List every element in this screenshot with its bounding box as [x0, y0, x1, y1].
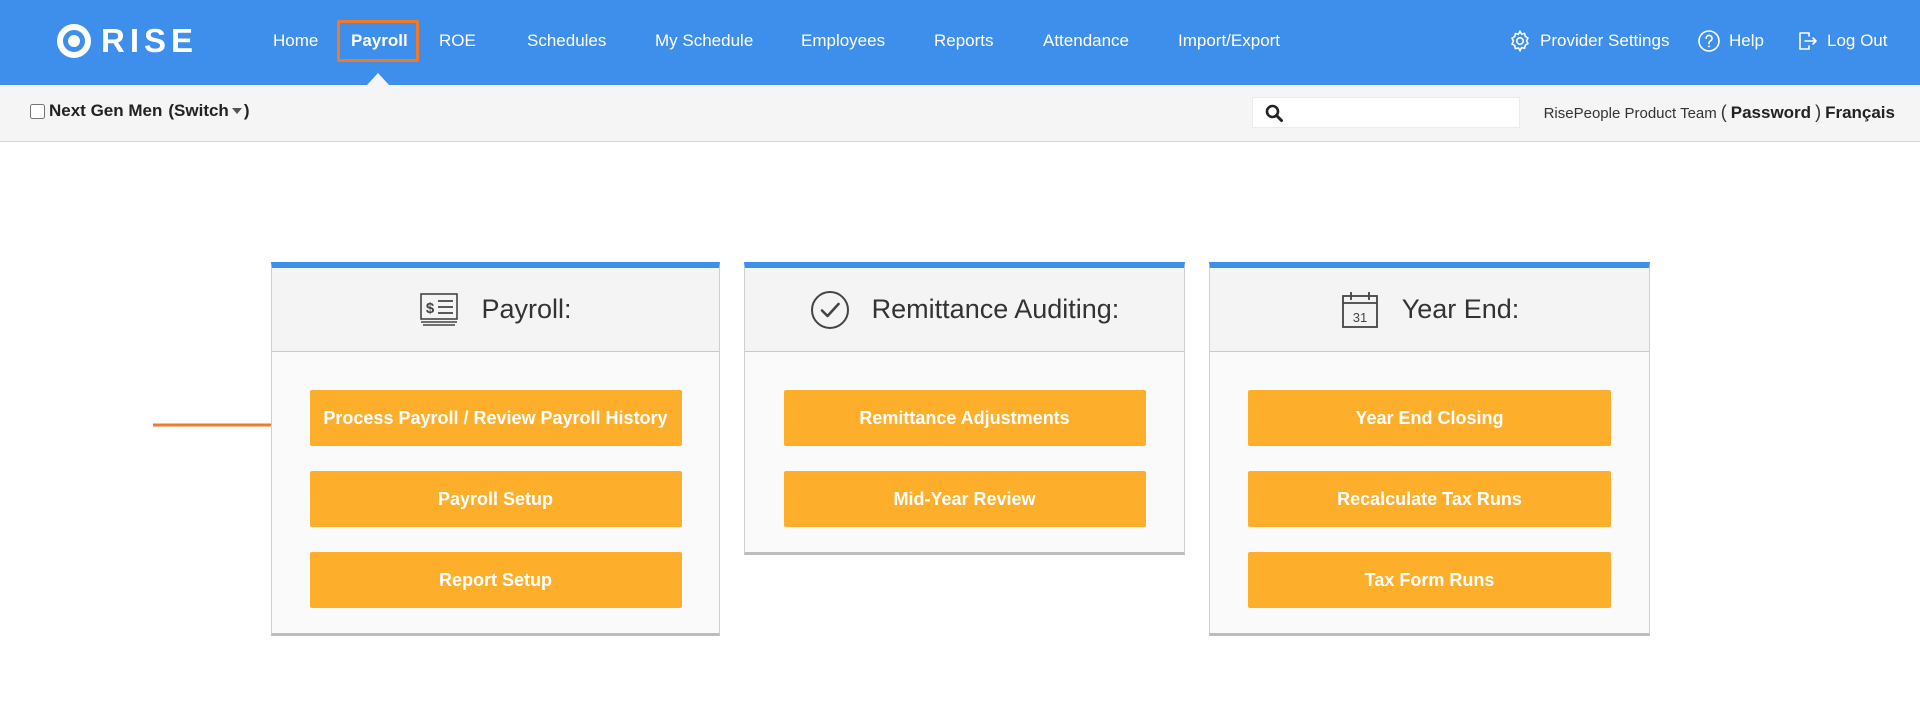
rise-logo[interactable]: RISE	[57, 22, 198, 60]
nav-item-employees[interactable]: Employees	[801, 0, 885, 82]
provider-settings-label: Provider Settings	[1540, 31, 1670, 50]
nav-item-payroll[interactable]: Payroll	[351, 0, 408, 82]
receipt-icon: $	[420, 292, 459, 326]
payroll-card-body: Process Payroll / Review Payroll History…	[272, 352, 719, 608]
user-info: RisePeople Product Team ( Password ) Fra…	[1544, 102, 1895, 123]
nav-item-home[interactable]: Home	[273, 0, 318, 82]
nav-item-import-export[interactable]: Import/Export	[1178, 0, 1280, 82]
recalculate-tax-runs-button[interactable]: Recalculate Tax Runs	[1248, 471, 1611, 527]
user-name: RisePeople Product Team	[1543, 105, 1717, 122]
help-icon	[1698, 30, 1720, 52]
user-open-paren: (	[1720, 102, 1727, 122]
remittance-auditing-card: Remittance Auditing: Remittance Adjustme…	[744, 262, 1185, 555]
top-navigation-bar: RISE Home Payroll ROE Schedules My Sched…	[0, 0, 1920, 85]
logout-icon	[1799, 32, 1817, 50]
provider-settings-link[interactable]: Provider Settings	[1508, 0, 1669, 82]
logo-ring-icon	[57, 24, 91, 58]
payroll-card-title: Payroll:	[481, 294, 572, 324]
search-input[interactable]	[1291, 104, 1511, 121]
logo-text: RISE	[101, 22, 199, 59]
logout-link[interactable]: Log Out	[1795, 0, 1888, 82]
company-selector: Next Gen Men ( Switch )	[30, 101, 250, 121]
nav-item-schedules[interactable]: Schedules	[527, 0, 606, 82]
svg-text:$: $	[426, 300, 435, 317]
remittance-card-body: Remittance Adjustments Mid-Year Review	[745, 352, 1184, 527]
year-end-card: 31 Year End: Year End Closing Recalculat…	[1209, 262, 1650, 636]
switch-label: Switch	[174, 101, 229, 120]
year-end-closing-button[interactable]: Year End Closing	[1248, 390, 1611, 446]
nav-item-roe[interactable]: ROE	[439, 0, 476, 82]
caret-down-icon	[231, 108, 242, 114]
search-icon	[1265, 104, 1283, 122]
nav-item-my-schedule[interactable]: My Schedule	[655, 0, 753, 82]
gear-icon	[1511, 29, 1529, 53]
remittance-card-title: Remittance Auditing:	[871, 294, 1120, 324]
switch-close-paren: )	[243, 101, 250, 120]
report-setup-button[interactable]: Report Setup	[309, 552, 682, 608]
user-close-paren: )	[1815, 102, 1822, 122]
sub-header-bar: Next Gen Men ( Switch ) RisePeople Produ…	[0, 85, 1920, 142]
checkmark-circle-icon	[810, 290, 849, 329]
language-link[interactable]: Français	[1825, 103, 1895, 123]
active-nav-caret	[367, 73, 389, 85]
logout-label: Log Out	[1827, 31, 1888, 50]
calendar-icon: 31	[1341, 291, 1378, 328]
year-end-card-header: 31 Year End:	[1210, 268, 1649, 352]
company-checkbox[interactable]	[30, 103, 45, 119]
help-link[interactable]: Help	[1697, 0, 1764, 82]
password-link[interactable]: Password	[1731, 103, 1811, 123]
year-end-card-title: Year End:	[1401, 294, 1520, 324]
nav-item-attendance[interactable]: Attendance	[1043, 0, 1129, 82]
remittance-card-header: Remittance Auditing:	[745, 268, 1184, 352]
payroll-setup-button[interactable]: Payroll Setup	[309, 471, 682, 527]
search-box	[1252, 97, 1520, 128]
year-end-card-body: Year End Closing Recalculate Tax Runs Ta…	[1210, 352, 1649, 608]
help-label: Help	[1729, 31, 1764, 50]
calendar-day-number: 31	[1352, 310, 1366, 325]
remittance-adjustments-button[interactable]: Remittance Adjustments	[783, 390, 1146, 446]
payroll-card: $ Payroll: Process Payroll / Review Payr…	[271, 262, 720, 636]
tax-form-runs-button[interactable]: Tax Form Runs	[1248, 552, 1611, 608]
mid-year-review-button[interactable]: Mid-Year Review	[783, 471, 1146, 527]
process-payroll-button[interactable]: Process Payroll / Review Payroll History	[309, 390, 682, 446]
company-name: Next Gen Men	[49, 101, 163, 120]
switch-company-dropdown[interactable]: ( Switch )	[168, 101, 249, 121]
payroll-card-header: $ Payroll:	[272, 268, 719, 352]
nav-item-reports[interactable]: Reports	[934, 0, 994, 82]
